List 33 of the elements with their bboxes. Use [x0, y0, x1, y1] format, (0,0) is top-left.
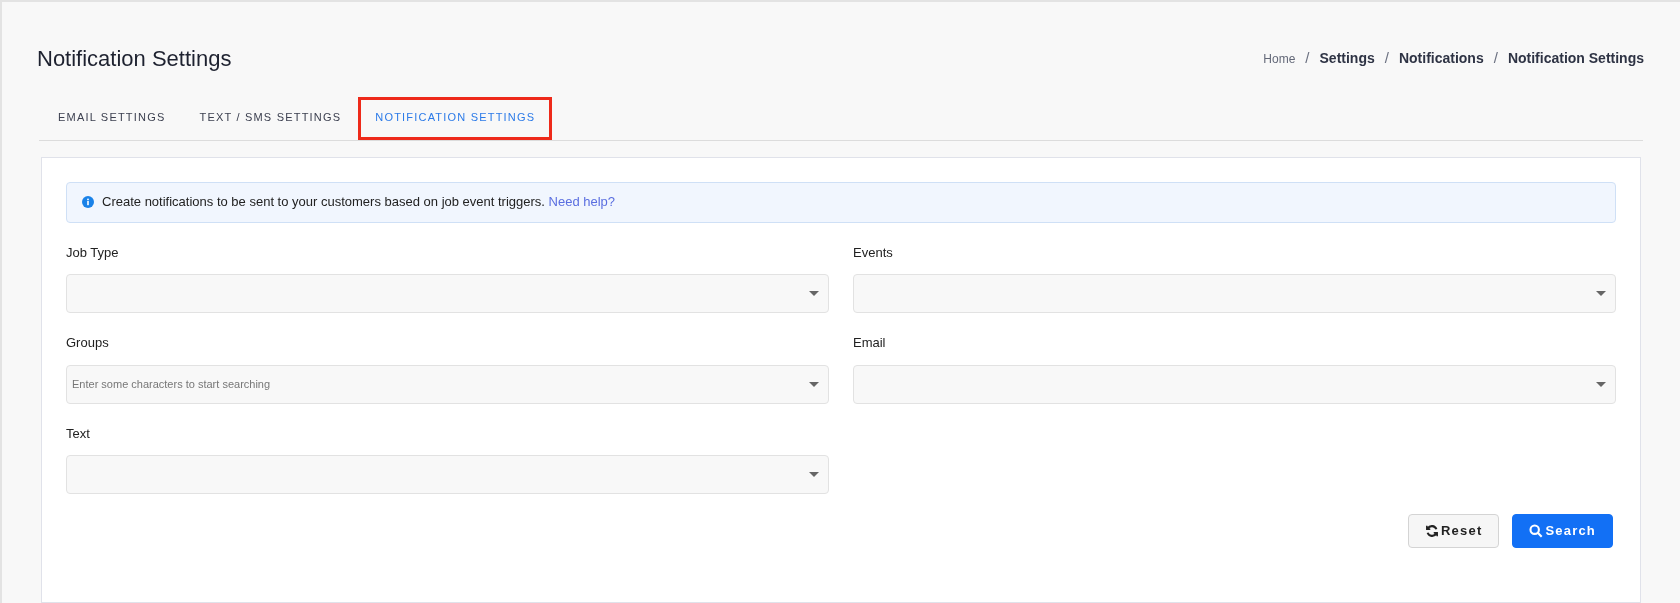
info-icon: [82, 196, 94, 208]
select-field[interactable]: [66, 455, 829, 494]
page-title: Notification Settings: [37, 45, 232, 73]
field-label: Email: [853, 334, 887, 352]
field-label: Groups: [66, 334, 110, 352]
field-label: Job Type: [66, 243, 120, 262]
dropdown-caret-icon: [809, 381, 819, 387]
breadcrumb-separator: /: [1384, 48, 1389, 69]
dropdown-caret-icon: [809, 472, 819, 477]
tab[interactable]: TEXT / SMS SETTINGS: [182, 97, 359, 140]
breadcrumb-separator: /: [1493, 48, 1498, 69]
field-label: Text: [66, 424, 91, 443]
help-link[interactable]: Need help?: [548, 194, 616, 210]
search-button[interactable]: Search: [1512, 514, 1613, 548]
dropdown-caret-icon: [1596, 291, 1606, 296]
breadcrumb-separator: /: [1305, 48, 1310, 69]
select-field[interactable]: Enter some characters to start searching: [66, 364, 829, 404]
breadcrumb-item: Notifications: [1398, 49, 1484, 68]
search-icon: [1529, 524, 1544, 538]
breadcrumb-item[interactable]: Home: [1263, 49, 1296, 68]
dropdown-caret-icon: [809, 291, 819, 296]
tab[interactable]: EMAIL SETTINGS: [41, 97, 183, 140]
dropdown-caret-icon: [1596, 381, 1606, 387]
select-field[interactable]: [66, 274, 829, 313]
field-label: Events: [853, 243, 894, 262]
reset-button[interactable]: Reset: [1408, 514, 1500, 548]
tab[interactable]: NOTIFICATION SETTINGS: [358, 97, 553, 140]
breadcrumb-item: Notification Settings: [1507, 49, 1644, 68]
refresh-icon: [1425, 524, 1439, 538]
info-message: Create notifications to be sent to your customers based on job event triggers. Need help?: [102, 193, 616, 212]
breadcrumb-item: Settings: [1319, 49, 1375, 68]
select-field[interactable]: [853, 364, 1616, 404]
select-field[interactable]: [853, 274, 1616, 313]
